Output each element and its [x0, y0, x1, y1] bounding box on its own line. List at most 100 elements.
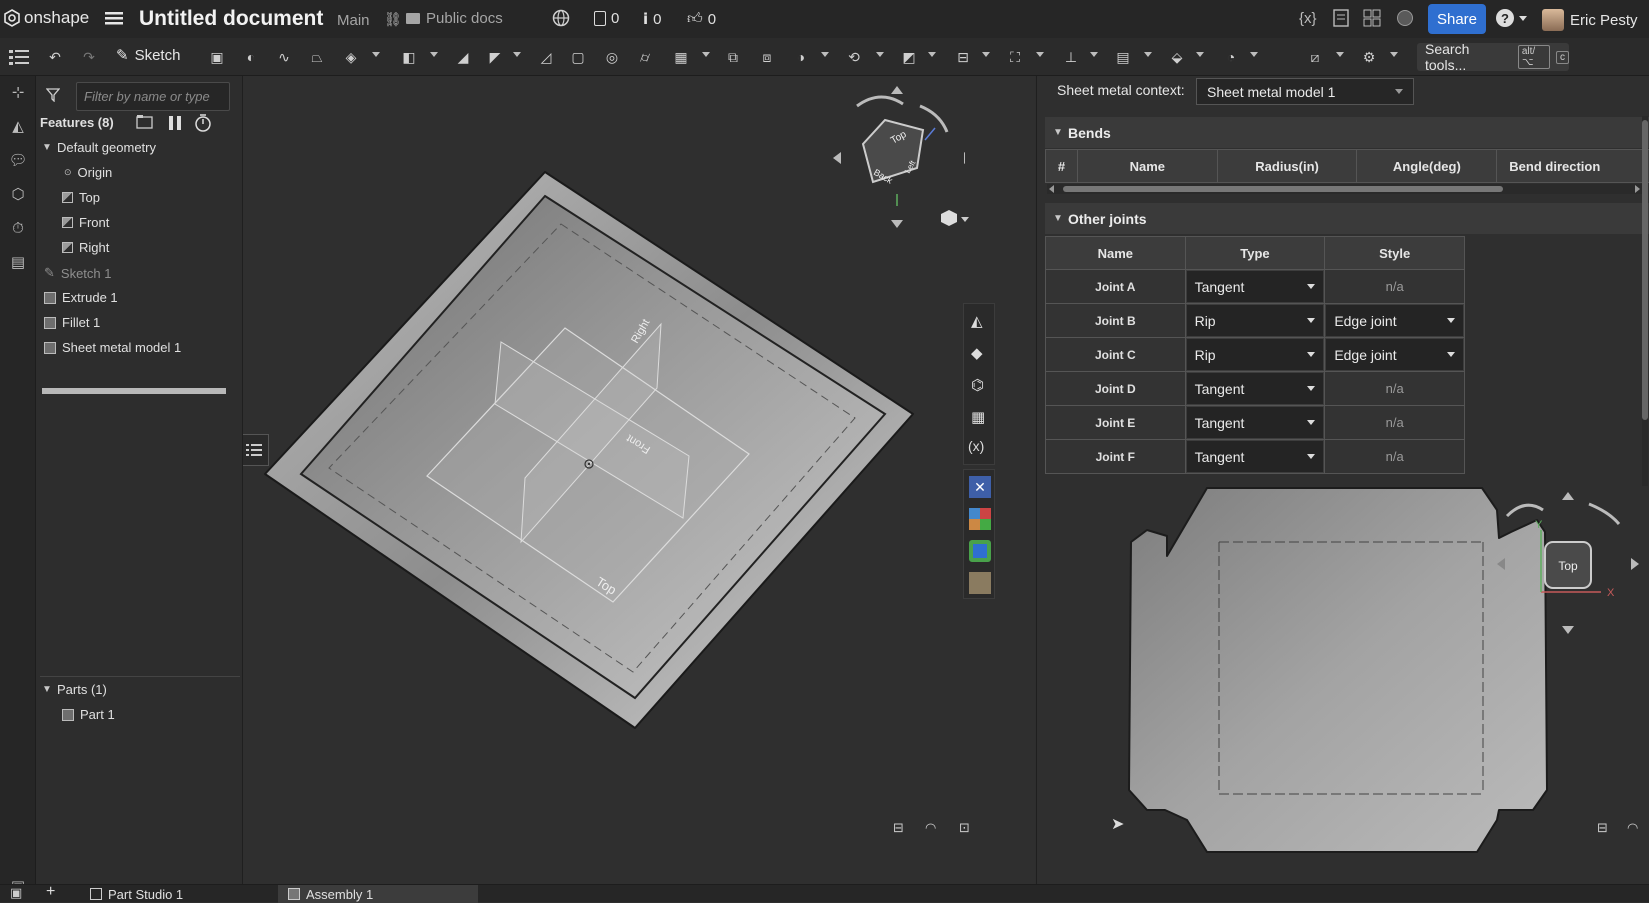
joint-type-select[interactable]: Rip: [1185, 338, 1325, 371]
table-row[interactable]: Joint A Tangent n/a: [1045, 269, 1465, 304]
parts-folder[interactable]: ▼ Parts (1): [42, 682, 107, 697]
mate-connector-icon[interactable]: ⊥: [1060, 46, 1082, 68]
custom-features-icon[interactable]: ⚙: [1358, 46, 1380, 68]
section-view-icon[interactable]: ◔: [1220, 46, 1242, 68]
joint-type-select[interactable]: Rip: [1185, 304, 1325, 337]
bends-scrollbar[interactable]: [1047, 184, 1643, 194]
chevron-down-icon[interactable]: [702, 52, 710, 57]
chevron-down-icon[interactable]: [513, 52, 521, 57]
joint-type-cell[interactable]: Tangent: [1184, 439, 1326, 474]
pause-icon[interactable]: [168, 115, 182, 136]
joint-type-cell[interactable]: Tangent: [1184, 269, 1326, 304]
tree-item-origin[interactable]: ⊙ Origin: [64, 165, 112, 180]
scroll-right-icon[interactable]: [1635, 185, 1640, 193]
hamburger-menu-icon[interactable]: [105, 9, 123, 32]
curvature-icon[interactable]: [969, 540, 991, 562]
tree-item-part[interactable]: Part 1: [62, 707, 115, 722]
chevron-down-icon[interactable]: [1036, 52, 1044, 57]
view-cube[interactable]: Top Back Left: [825, 84, 965, 234]
filter-input[interactable]: [76, 82, 230, 111]
globe-icon[interactable]: [552, 9, 570, 32]
chevron-down-icon[interactable]: [430, 52, 438, 57]
feature-list-toggle-icon[interactable]: [8, 46, 30, 68]
table-row[interactable]: Joint D Tangent n/a: [1045, 371, 1465, 406]
chevron-down-icon[interactable]: [1250, 52, 1258, 57]
folder-breadcrumb[interactable]: Public docs: [406, 10, 503, 27]
split-icon[interactable]: ◑: [790, 46, 812, 68]
shaded-display-icon[interactable]: [969, 572, 991, 594]
measure-icon[interactable]: ⧄: [1304, 46, 1326, 68]
render-studio-icon[interactable]: ◭: [8, 116, 28, 136]
mirror-icon[interactable]: ⧉: [722, 46, 744, 68]
draft-icon[interactable]: ◤: [484, 46, 506, 68]
flat-pattern-icon[interactable]: ◆: [971, 344, 983, 362]
tab-part-studio[interactable]: Part Studio 1: [80, 885, 270, 903]
mirror-view-icon[interactable]: ⊡: [959, 820, 970, 836]
tree-item-top-plane[interactable]: Top: [62, 190, 100, 205]
close-flat-icon[interactable]: ✕: [969, 476, 991, 498]
scrollbar-thumb[interactable]: [1063, 186, 1503, 192]
joint-style-cell[interactable]: Edge joint: [1324, 303, 1465, 338]
loft-icon[interactable]: ⏢: [306, 46, 328, 68]
table-row[interactable]: Joint E Tangent n/a: [1045, 405, 1465, 440]
parts-icon[interactable]: ⬡: [8, 184, 28, 204]
joint-type-cell[interactable]: Tangent: [1184, 371, 1326, 406]
revolve-icon[interactable]: ◐: [240, 46, 262, 68]
info-counter[interactable]: ⅰ 0: [643, 10, 662, 29]
joint-type-cell[interactable]: Rip: [1184, 303, 1326, 338]
color-display-icon[interactable]: [969, 508, 991, 530]
plane-icon[interactable]: ◩: [898, 46, 920, 68]
flat-section-icon[interactable]: ⊟: [1597, 820, 1608, 836]
versions-counter[interactable]: 0: [594, 10, 619, 27]
history-icon[interactable]: ⏱: [8, 218, 28, 238]
add-folder-icon[interactable]: [136, 114, 154, 135]
bends-section-header[interactable]: ▼ Bends: [1045, 117, 1649, 148]
3d-viewport[interactable]: Top Front Right Top Back Left ◭ ◆ ⌬ ▦ (x…: [243, 76, 1035, 884]
chevron-down-icon[interactable]: [1090, 52, 1098, 57]
insert-icon[interactable]: ⊹: [8, 82, 28, 102]
joint-style-cell[interactable]: Edge joint: [1324, 337, 1465, 372]
tree-item-sketch[interactable]: ✎ Sketch 1: [44, 265, 112, 281]
pattern-icon[interactable]: ▦: [670, 46, 692, 68]
table-row[interactable]: Joint B Rip Edge joint: [1045, 303, 1465, 338]
filter-icon[interactable]: [45, 88, 61, 107]
fillet-icon[interactable]: ◧: [398, 46, 420, 68]
onshape-logo[interactable]: onshape: [4, 8, 89, 28]
comments-icon[interactable]: 💬︎: [8, 150, 28, 170]
user-menu[interactable]: Eric Pesty: [1542, 9, 1638, 31]
extrude-icon[interactable]: ▣: [206, 46, 228, 68]
sweep-icon[interactable]: ∿: [273, 46, 295, 68]
transform-icon[interactable]: ⟲: [843, 46, 865, 68]
learning-center-icon[interactable]: [1396, 9, 1414, 32]
frame-icon[interactable]: ▤: [1112, 46, 1134, 68]
thicken-icon[interactable]: ◈: [340, 46, 362, 68]
chevron-down-icon[interactable]: [961, 217, 969, 222]
tree-item-right-plane[interactable]: Right: [62, 240, 109, 255]
boolean-icon[interactable]: ⧈: [756, 46, 778, 68]
bom-icon[interactable]: ▤: [8, 252, 28, 272]
default-geometry-folder[interactable]: ▼ Default geometry: [42, 140, 156, 155]
bend-icon[interactable]: ⌬: [971, 376, 984, 394]
unfold-icon[interactable]: ◭: [971, 312, 983, 330]
joint-type-select[interactable]: Tangent: [1185, 406, 1325, 439]
rollback-bar[interactable]: [42, 388, 226, 394]
variables-icon[interactable]: {x}: [1299, 10, 1317, 27]
joint-type-select[interactable]: Tangent: [1185, 372, 1325, 405]
chevron-down-icon[interactable]: [1390, 52, 1398, 57]
link-icon[interactable]: ⛓: [384, 11, 402, 28]
app-store-icon[interactable]: [1363, 9, 1381, 32]
document-list-icon[interactable]: [1333, 9, 1349, 32]
scrollbar-thumb[interactable]: [1642, 120, 1648, 420]
camera-icon[interactable]: ▣: [10, 885, 22, 901]
joint-type-select[interactable]: Tangent: [1185, 440, 1325, 473]
rollback-timer-icon[interactable]: [194, 114, 212, 137]
workspace-label[interactable]: Main: [337, 12, 370, 29]
joint-type-cell[interactable]: Tangent: [1184, 405, 1326, 440]
like-counter[interactable]: 👍︎ 0: [687, 10, 716, 28]
chevron-down-icon[interactable]: [372, 52, 380, 57]
table-scrollbar[interactable]: [1642, 116, 1648, 486]
joint-type-select[interactable]: Tangent: [1185, 270, 1325, 303]
sheet-metal-icon[interactable]: ⊟: [952, 46, 974, 68]
chevron-down-icon[interactable]: [928, 52, 936, 57]
tree-item-sheet-metal[interactable]: Sheet metal model 1: [44, 340, 181, 355]
